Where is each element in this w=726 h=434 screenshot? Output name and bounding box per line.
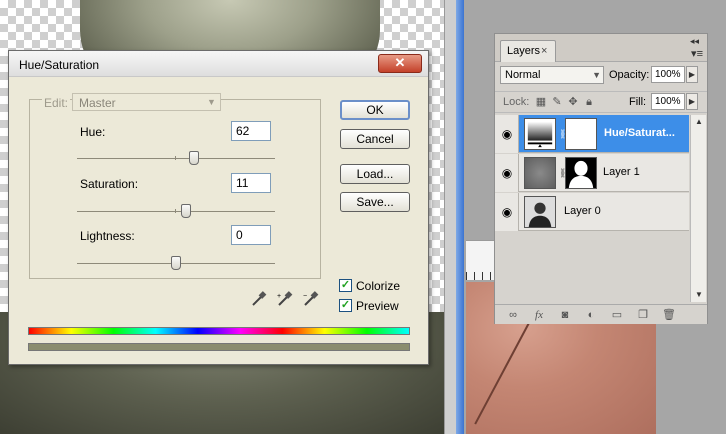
lock-move-icon[interactable]: ✥ <box>567 96 579 108</box>
layer-name[interactable]: Layer 0 <box>564 205 601 217</box>
layers-footer: ∞ fx ◙ ◐ ▭ ❐ 🗑︎ <box>495 304 707 324</box>
hue-slider-center-tick <box>175 156 176 160</box>
layer-name[interactable]: Hue/Saturat... <box>604 127 675 139</box>
output-color-bar <box>28 343 410 351</box>
edit-dropdown-value: Master <box>79 96 116 110</box>
opacity-input[interactable]: 100% <box>651 66 685 83</box>
fill-input[interactable]: 100% <box>651 93 685 110</box>
scroll-up-icon[interactable]: ▲ <box>691 115 707 129</box>
hue-slider[interactable] <box>77 151 275 165</box>
visibility-toggle[interactable]: ◉ <box>495 193 519 231</box>
opacity-label: Opacity: <box>609 69 650 81</box>
eyedropper-plus-icon[interactable]: + <box>277 291 293 307</box>
saturation-label: Saturation: <box>80 177 139 191</box>
layer-row[interactable]: ◉ Layer 0 <box>495 193 689 231</box>
saturation-slider-thumb[interactable] <box>180 204 191 218</box>
preview-checkbox[interactable]: ✓ <box>339 299 352 312</box>
lightness-input[interactable]: 0 <box>231 225 271 245</box>
svg-text:+: + <box>277 293 281 300</box>
edit-label: Edit: <box>42 96 71 110</box>
saturation-slider[interactable] <box>77 204 275 218</box>
eye-icon[interactable]: ◉ <box>500 166 514 180</box>
layer-row[interactable]: ◉ ⛓ Hue/Saturat... <box>495 115 689 153</box>
dialog-titlebar[interactable]: Hue/Saturation ✕ <box>9 51 428 77</box>
chevron-down-icon: ▼ <box>592 70 601 80</box>
link-layers-icon[interactable]: ∞ <box>505 308 521 322</box>
preview-label: Preview <box>356 299 399 313</box>
layers-scrollbar[interactable]: ▲ ▼ <box>690 115 706 302</box>
eye-icon[interactable]: ◉ <box>500 205 514 219</box>
eye-icon[interactable]: ◉ <box>500 127 514 141</box>
save-button[interactable]: Save... <box>340 192 410 212</box>
fill-arrow-icon[interactable]: ▶ <box>686 93 698 110</box>
blend-mode-value: Normal <box>505 69 541 81</box>
hue-saturation-dialog: Hue/Saturation ✕ Edit: Master ▼ Hue: 62 … <box>8 50 429 365</box>
collapse-icon[interactable]: ◂◂ <box>690 36 699 47</box>
opacity-arrow-icon[interactable]: ▶ <box>686 66 698 83</box>
saturation-input[interactable]: 11 <box>231 173 271 193</box>
adjustment-group <box>29 99 321 279</box>
close-button[interactable]: ✕ <box>378 54 422 73</box>
layer-name[interactable]: Layer 1 <box>603 166 640 178</box>
colorize-checkbox[interactable]: ✓ <box>339 279 352 292</box>
panel-menu-icon[interactable]: ▾≡ <box>691 47 703 60</box>
adjustment-icon[interactable]: ◐ <box>583 308 599 322</box>
eyedropper-icon[interactable] <box>251 291 267 307</box>
fill-label: Fill: <box>629 96 647 108</box>
saturation-slider-center-tick <box>175 209 176 213</box>
close-icon[interactable]: × <box>541 41 547 61</box>
hue-slider-thumb[interactable] <box>188 151 199 165</box>
visibility-toggle[interactable]: ◉ <box>495 154 519 192</box>
lock-all-icon[interactable]: 🔒︎ <box>583 96 595 108</box>
lightness-slider-thumb[interactable] <box>171 256 181 270</box>
layer-thumbnail[interactable] <box>524 196 556 228</box>
lock-transparent-icon[interactable]: ▦ <box>535 96 547 108</box>
add-mask-icon[interactable]: ◙ <box>557 308 573 322</box>
layers-panel: Layers × ◂◂ ▾≡ Normal ▼ Opacity: 100% ▶ … <box>494 33 708 324</box>
dialog-title: Hue/Saturation <box>19 58 100 72</box>
layer-thumbnail[interactable] <box>524 157 556 189</box>
cancel-button[interactable]: Cancel <box>340 129 410 149</box>
trash-icon[interactable]: 🗑︎ <box>661 308 677 322</box>
lock-brush-icon[interactable]: ✎ <box>551 96 563 108</box>
visibility-toggle[interactable]: ◉ <box>495 115 519 153</box>
new-layer-icon[interactable]: ❐ <box>635 308 651 322</box>
svg-text:−: − <box>303 293 307 300</box>
lock-label: Lock: <box>503 96 530 108</box>
new-group-icon[interactable]: ▭ <box>609 308 625 322</box>
hue-label: Hue: <box>80 125 106 139</box>
layers-panel-header[interactable]: Layers × ◂◂ ▾≡ <box>495 34 707 62</box>
hue-input[interactable]: 62 <box>231 121 271 141</box>
chevron-down-icon: ▼ <box>207 97 216 107</box>
document-scrollbar[interactable] <box>456 0 464 434</box>
ok-button[interactable]: OK <box>340 100 410 120</box>
blend-mode-dropdown[interactable]: Normal ▼ <box>500 66 604 84</box>
input-color-spectrum <box>28 327 410 335</box>
edit-dropdown[interactable]: Master ▼ <box>72 93 221 111</box>
layer-mask-thumbnail[interactable] <box>565 118 597 150</box>
tab-layers-label: Layers <box>507 45 541 57</box>
adjustment-layer-icon <box>524 118 556 150</box>
lock-row: Lock: ▦ ✎ ✥ 🔒︎ Fill: 100% ▶ <box>495 91 707 113</box>
layer-mask-thumbnail[interactable] <box>565 157 597 189</box>
scroll-down-icon[interactable]: ▼ <box>691 288 707 302</box>
load-button[interactable]: Load... <box>340 164 410 184</box>
fx-icon[interactable]: fx <box>531 308 547 322</box>
tab-layers[interactable]: Layers × <box>500 40 556 62</box>
lightness-label: Lightness: <box>80 229 135 243</box>
lightness-slider[interactable] <box>77 256 275 270</box>
eyedropper-minus-icon[interactable]: − <box>303 291 319 307</box>
colorize-label: Colorize <box>356 279 401 293</box>
layer-row[interactable]: ◉ ⛓ Layer 1 <box>495 154 689 192</box>
